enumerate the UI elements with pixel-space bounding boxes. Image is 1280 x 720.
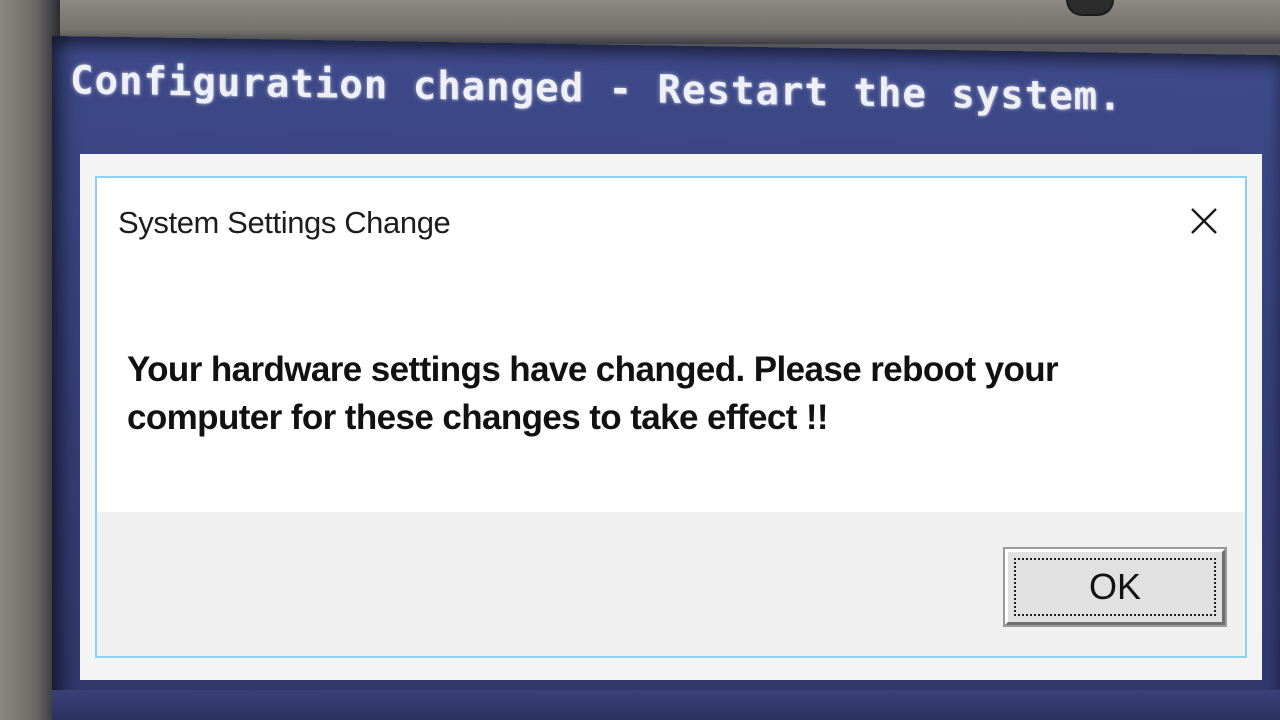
- bios-message: Configuration changed - Restart the syst…: [70, 58, 1123, 120]
- dialog-title-bar: System Settings Change: [97, 178, 1245, 268]
- dialog-message-line1: Your hardware settings have changed. Ple…: [127, 350, 1059, 389]
- dialog-button-bar: OK: [97, 512, 1245, 656]
- dialog-title: System Settings Change: [118, 205, 451, 240]
- dialog-message-line2: computer for these changes to take effec…: [127, 398, 829, 437]
- laptop-bezel-left: [0, 0, 60, 720]
- ok-button-label: OK: [1088, 566, 1141, 607]
- close-button[interactable]: [1183, 200, 1225, 242]
- system-settings-change-dialog: System Settings Change Your hardware set…: [95, 176, 1247, 658]
- bios-screen-bottom: [52, 690, 1280, 720]
- close-icon: [1191, 208, 1217, 234]
- dialog-message: Your hardware settings have changed. Ple…: [127, 346, 1127, 442]
- ok-button[interactable]: OK: [1003, 547, 1227, 627]
